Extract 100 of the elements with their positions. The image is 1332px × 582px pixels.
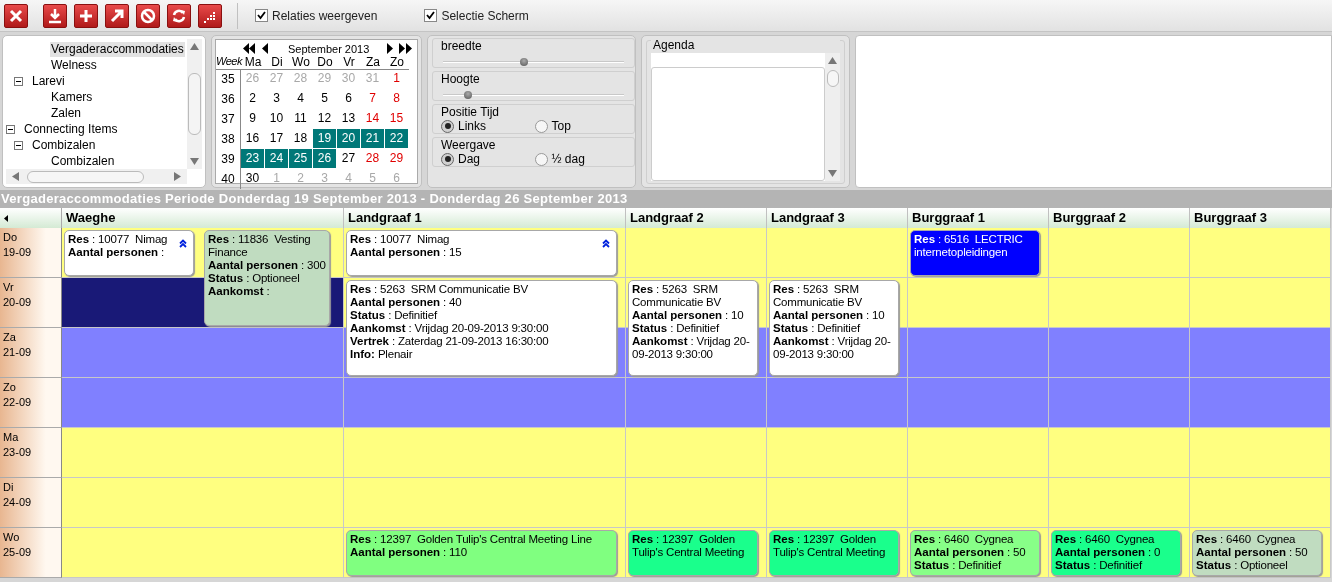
arrow-button[interactable] bbox=[105, 3, 129, 28]
scrollbar-thumb[interactable] bbox=[826, 70, 839, 87]
stop-button[interactable] bbox=[136, 3, 160, 28]
reservation-card[interactable]: Res : 5263 SRM Communicatie BV Aantal personen : 40 Status : Definitief Aankomst : Vrijdag 20-09-2013 9:30:00 Vertrek : Zaterdag 21-09-2013 16:30:00 Info: Plenair bbox=[346, 280, 617, 376]
calendar-day[interactable]: 6 bbox=[337, 89, 360, 108]
calendar-day[interactable]: 25 bbox=[289, 149, 312, 168]
vertical-scrollbar[interactable] bbox=[825, 53, 840, 181]
calendar-day[interactable]: 14 bbox=[361, 109, 384, 128]
tree-item[interactable]: Welness bbox=[50, 57, 98, 73]
scrollbar-thumb[interactable] bbox=[27, 170, 144, 183]
calendar-day[interactable]: 2 bbox=[241, 89, 264, 108]
calendar-day[interactable]: 15 bbox=[385, 109, 408, 128]
scroll-up-icon[interactable] bbox=[190, 43, 199, 50]
radio-circle[interactable] bbox=[534, 119, 548, 133]
radio-button[interactable]: Links bbox=[441, 119, 535, 133]
calendar-day[interactable]: 13 bbox=[337, 109, 360, 128]
calendar-day[interactable]: 3 bbox=[265, 89, 288, 108]
reservation-card[interactable]: Res : 12397 Golden Tulip's Central Meeting bbox=[628, 530, 758, 576]
radio-button[interactable]: Dag bbox=[441, 152, 535, 166]
radio-button[interactable]: ½ dag bbox=[534, 152, 628, 166]
card-line: Aankomst : Vrijdag 20-09-2013 9:30:00 bbox=[350, 322, 550, 335]
radio-button[interactable]: Top bbox=[534, 119, 628, 133]
reservation-card[interactable]: Res : 6460 Cygnea Aantal personen : 0 Status : Definitief bbox=[1051, 530, 1181, 576]
tree-item[interactable]: Combizalen bbox=[31, 137, 97, 153]
calendar-day[interactable]: 11 bbox=[289, 109, 312, 128]
calendar-day[interactable]: 19 bbox=[313, 129, 336, 148]
refresh-button[interactable] bbox=[167, 3, 191, 28]
calendar-day[interactable]: 30 bbox=[241, 169, 264, 188]
reservation-card[interactable]: Res : 10077 Nimag Aantal personen : 15 bbox=[346, 230, 617, 276]
reservation-card[interactable]: Res : 5263 SRM Communicatie BV Aantal personen : 10 Status : Definitief Aankomst : Vrijdag 20-09-2013 9:30:00 bbox=[769, 280, 899, 376]
scrollbar-thumb[interactable] bbox=[188, 73, 201, 135]
slider-thumb[interactable] bbox=[520, 58, 529, 66]
collapse-icon[interactable] bbox=[6, 124, 15, 134]
calendar-day[interactable]: 21 bbox=[361, 129, 384, 148]
radio-circle[interactable] bbox=[441, 152, 454, 166]
calendar-day[interactable]: 23 bbox=[241, 149, 264, 168]
calendar-day[interactable]: 8 bbox=[385, 89, 408, 108]
group-label: Weergave bbox=[439, 139, 498, 152]
tree-item[interactable]: Connecting Items bbox=[23, 121, 119, 137]
tree-item[interactable]: Kamers bbox=[50, 89, 94, 105]
collapse-icon[interactable] bbox=[14, 140, 23, 150]
scroll-down-icon[interactable] bbox=[828, 170, 837, 177]
right-arrow-icon[interactable] bbox=[387, 43, 394, 54]
collapse-icon[interactable] bbox=[14, 76, 23, 86]
checkbox[interactable]: Selectie Scherm bbox=[424, 8, 529, 23]
dots-button[interactable] bbox=[198, 3, 222, 28]
reservation-card[interactable]: Res : 11836 Vesting Finance Aantal personen : 300 Status : Optioneel Aankomst : bbox=[204, 230, 330, 326]
plus-button[interactable] bbox=[74, 3, 98, 28]
reservation-card[interactable]: Res : 12397 Golden Tulip's Central Meeting Line Aantal personen : 110 bbox=[346, 530, 617, 576]
calendar-day[interactable]: 22 bbox=[385, 129, 408, 148]
reservation-card[interactable]: Res : 12397 Golden Tulip's Central Meeting bbox=[769, 530, 899, 576]
scroll-up-icon[interactable] bbox=[828, 57, 837, 64]
double-right-arrow-icon[interactable] bbox=[399, 43, 413, 54]
radio-circle[interactable] bbox=[441, 119, 454, 133]
calendar-day[interactable]: 27 bbox=[337, 149, 360, 168]
scroll-left-icon[interactable] bbox=[4, 214, 8, 222]
tree-item[interactable]: Combizalen bbox=[50, 153, 116, 169]
left-arrow-icon[interactable] bbox=[262, 43, 268, 54]
calendar-day[interactable]: 7 bbox=[361, 89, 384, 108]
radio-circle[interactable] bbox=[534, 152, 548, 166]
double-left-arrow-icon[interactable] bbox=[243, 43, 256, 54]
vertical-scrollbar[interactable] bbox=[187, 39, 202, 169]
calendar-day[interactable]: 28 bbox=[361, 149, 384, 168]
card-line: Status : Definitief bbox=[350, 309, 439, 322]
calendar-day[interactable]: 12 bbox=[313, 109, 336, 128]
reservation-card[interactable]: Res : 6516 LECTRIC internetopleidingen bbox=[910, 230, 1040, 276]
tree-item[interactable]: Larevi bbox=[31, 73, 66, 89]
weekday-label: Wo bbox=[289, 54, 313, 70]
week-number: 37 bbox=[216, 109, 241, 129]
checkbox[interactable]: Relaties weergeven bbox=[255, 8, 378, 23]
calendar-day[interactable]: 26 bbox=[313, 149, 336, 168]
calendar-day[interactable]: 20 bbox=[337, 129, 360, 148]
double-chevron-up-icon[interactable] bbox=[602, 239, 610, 248]
calendar-day[interactable]: 4 bbox=[289, 89, 312, 108]
calendar-day[interactable]: 24 bbox=[265, 149, 288, 168]
horizontal-scrollbar[interactable] bbox=[6, 169, 187, 184]
calendar-day[interactable]: 16 bbox=[241, 129, 264, 148]
tree-item[interactable]: Vergaderaccommodaties bbox=[50, 41, 185, 57]
scroll-down-icon[interactable] bbox=[190, 158, 199, 165]
week-number: 36 bbox=[216, 89, 241, 109]
calendar-day[interactable]: 1 bbox=[385, 69, 408, 88]
card-line: Aantal personen : 110 bbox=[350, 546, 468, 559]
reservation-card[interactable]: Res : 5263 SRM Communicatie BV Aantal personen : 10 Status : Definitief Aankomst : Vrijdag 20-09-2013 9:30:00 bbox=[628, 280, 758, 376]
slider-thumb[interactable] bbox=[464, 91, 473, 99]
date-text: 19-09 bbox=[3, 246, 33, 258]
tree-item[interactable]: Zalen bbox=[50, 105, 83, 121]
calendar-day[interactable]: 5 bbox=[313, 89, 336, 108]
group-label: Agenda bbox=[651, 39, 840, 52]
download-button[interactable] bbox=[43, 3, 67, 28]
calendar-day[interactable]: 17 bbox=[265, 129, 288, 148]
reservation-card[interactable]: Res : 10077 Nimag Aantal personen : bbox=[64, 230, 194, 276]
calendar-day[interactable]: 18 bbox=[289, 129, 312, 148]
calendar-day[interactable]: 10 bbox=[265, 109, 288, 128]
scroll-right-icon[interactable] bbox=[174, 172, 181, 181]
reservation-card[interactable]: Res : 6460 Cygnea Aantal personen : 50 Status : Optioneel bbox=[1192, 530, 1322, 576]
double-chevron-up-icon[interactable] bbox=[179, 239, 187, 248]
calendar-day[interactable]: 29 bbox=[385, 149, 408, 168]
reservation-card[interactable]: Res : 6460 Cygnea Aantal personen : 50 Status : Definitief bbox=[910, 530, 1040, 576]
calendar-day[interactable]: 9 bbox=[241, 109, 264, 128]
close-button[interactable] bbox=[4, 3, 28, 28]
